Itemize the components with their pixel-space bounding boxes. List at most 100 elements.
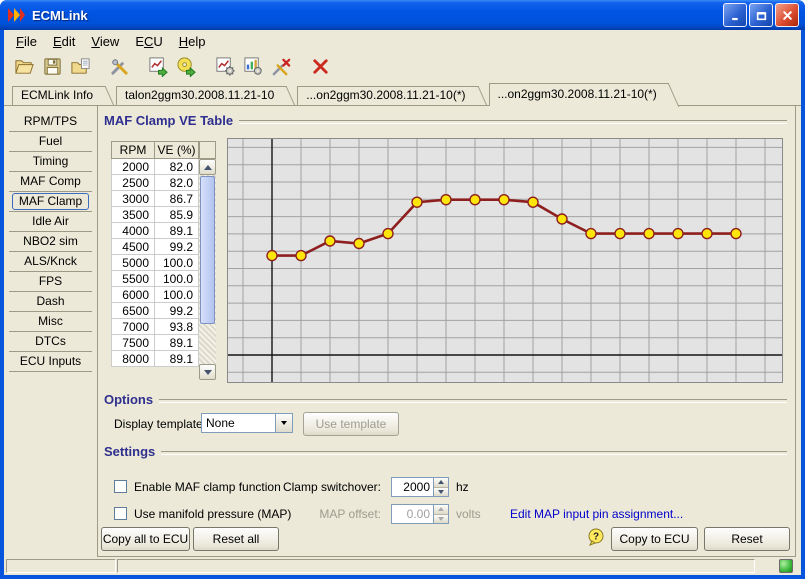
- ve-cell[interactable]: 93.8: [155, 319, 199, 335]
- tab-on2ggm30-2008-11-21-10[interactable]: ...on2ggm30.2008.11.21-10(*): [297, 86, 475, 105]
- tab-on2ggm30-2008-11-21-10[interactable]: ...on2ggm30.2008.11.21-10(*): [489, 83, 667, 106]
- table-scrollbar[interactable]: [199, 159, 216, 380]
- ve-cell[interactable]: 89.1: [155, 223, 199, 239]
- spin-up-button[interactable]: [434, 505, 448, 515]
- chart-gear-icon[interactable]: [212, 53, 238, 79]
- minimize-button[interactable]: [723, 3, 747, 27]
- ve-cell[interactable]: 89.1: [155, 351, 199, 367]
- enable-maf-clamp-checkbox[interactable]: [114, 480, 127, 493]
- chart-green-arrow-icon[interactable]: [145, 53, 171, 79]
- tab-label: ...on2ggm30.2008.11.21-10(*): [498, 87, 657, 101]
- menu-help[interactable]: Help: [171, 32, 214, 51]
- sidebar-item-label: RPM/TPS: [17, 113, 84, 130]
- folder-document-icon[interactable]: [67, 53, 93, 79]
- ve-table-title: MAF Clamp VE Table: [104, 113, 233, 128]
- tab-talon2ggm30-2008-11-21-10[interactable]: talon2ggm30.2008.11.21-10: [116, 86, 284, 105]
- rpm-cell[interactable]: 7500: [112, 335, 155, 351]
- scroll-down-button[interactable]: [199, 364, 216, 380]
- status-bar: [4, 557, 801, 575]
- sidebar-item-label: Dash: [29, 293, 71, 310]
- rpm-cell[interactable]: 6000: [112, 287, 155, 303]
- clamp-switchover-label: Clamp switchover:: [248, 480, 381, 494]
- up-arrow-icon: [438, 507, 444, 511]
- sidebar-item-timing[interactable]: Timing: [9, 152, 92, 172]
- display-template-select[interactable]: None: [201, 413, 293, 433]
- scroll-up-button[interactable]: [199, 159, 216, 175]
- spin-down-button[interactable]: [434, 488, 448, 497]
- open-folder-icon[interactable]: [11, 53, 37, 79]
- maximize-button[interactable]: [749, 3, 773, 27]
- ve-cell[interactable]: 100.0: [155, 287, 199, 303]
- rpm-column-header: RPM: [112, 142, 155, 159]
- sidebar-item-dash[interactable]: Dash: [9, 292, 92, 312]
- save-icon[interactable]: [39, 53, 65, 79]
- spin-up-button[interactable]: [434, 478, 448, 488]
- chart-gear-blue-icon[interactable]: [240, 53, 266, 79]
- copy-to-ecu-button[interactable]: Copy to ECU: [611, 527, 698, 551]
- sidebar-item-misc[interactable]: Misc: [9, 312, 92, 332]
- sidebar-item-fuel[interactable]: Fuel: [9, 132, 92, 152]
- tab-ecmlink-info[interactable]: ECMLink Info: [12, 86, 103, 105]
- sidebar-item-fps[interactable]: FPS: [9, 272, 92, 292]
- reset-button[interactable]: Reset: [704, 527, 790, 551]
- spin-down-button[interactable]: [434, 515, 448, 524]
- reset-all-button[interactable]: Reset all: [193, 527, 279, 551]
- rpm-cell[interactable]: 5500: [112, 271, 155, 287]
- clamp-switchover-input[interactable]: [392, 478, 433, 496]
- map-offset-spinner: [391, 504, 449, 524]
- sidebar-item-label: DTCs: [28, 333, 73, 350]
- menu-edit[interactable]: Edit: [45, 32, 83, 51]
- sidebar-item-als-knck[interactable]: ALS/Knck: [9, 252, 92, 272]
- ve-cell[interactable]: 99.2: [155, 303, 199, 319]
- rpm-cell[interactable]: 4000: [112, 223, 155, 239]
- ve-cell[interactable]: 82.0: [155, 159, 199, 175]
- rpm-cell[interactable]: 2000: [112, 159, 155, 175]
- sidebar-item-idle-air[interactable]: Idle Air: [9, 212, 92, 232]
- ve-chart[interactable]: [228, 139, 782, 382]
- rpm-cell[interactable]: 4500: [112, 239, 155, 255]
- ve-cell[interactable]: 89.1: [155, 335, 199, 351]
- combo-arrow-button[interactable]: [275, 414, 292, 432]
- ve-cell[interactable]: 85.9: [155, 207, 199, 223]
- ve-cell[interactable]: 100.0: [155, 255, 199, 271]
- ve-cell[interactable]: 86.7: [155, 191, 199, 207]
- copy-all-to-ecu-button[interactable]: Copy all to ECU: [101, 527, 190, 551]
- ve-cell[interactable]: 100.0: [155, 271, 199, 287]
- ve-cell[interactable]: 82.0: [155, 175, 199, 191]
- use-map-checkbox[interactable]: [114, 507, 127, 520]
- menu-ecu[interactable]: ECU: [127, 32, 170, 51]
- rpm-cell[interactable]: 3000: [112, 191, 155, 207]
- sidebar-item-ecu-inputs[interactable]: ECU Inputs: [9, 352, 92, 372]
- red-x-icon[interactable]: [307, 53, 333, 79]
- use-template-button[interactable]: Use template: [303, 412, 399, 436]
- tools-red-x-icon[interactable]: [268, 53, 294, 79]
- disc-green-arrow-icon[interactable]: [173, 53, 199, 79]
- options-title: Options: [104, 392, 153, 407]
- map-offset-input[interactable]: [392, 505, 433, 523]
- menu-file[interactable]: File: [8, 32, 45, 51]
- rpm-cell[interactable]: 8000: [112, 351, 155, 367]
- ve-cell[interactable]: 99.2: [155, 239, 199, 255]
- rpm-cell[interactable]: 7000: [112, 319, 155, 335]
- sidebar-item-rpm-tps[interactable]: RPM/TPS: [9, 112, 92, 132]
- tools-icon[interactable]: [106, 53, 132, 79]
- sidebar-item-maf-clamp[interactable]: MAF Clamp: [9, 192, 92, 212]
- rpm-cell[interactable]: 2500: [112, 175, 155, 191]
- rpm-cell[interactable]: 5000: [112, 255, 155, 271]
- close-button[interactable]: [775, 3, 799, 27]
- rpm-cell[interactable]: 6500: [112, 303, 155, 319]
- menu-view[interactable]: View: [83, 32, 127, 51]
- status-cell: [117, 559, 755, 573]
- help-icon[interactable]: ?: [587, 528, 605, 546]
- sidebar-item-dtcs[interactable]: DTCs: [9, 332, 92, 352]
- scrollbar-thumb[interactable]: [200, 176, 215, 324]
- ecmlink-window: ECMLink FileEditViewECUHelp ECMLink Info…: [0, 0, 805, 579]
- sidebar-item-maf-comp[interactable]: MAF Comp: [9, 172, 92, 192]
- window-body: FileEditViewECUHelp ECMLink Info talon2gg…: [4, 30, 801, 575]
- rpm-cell[interactable]: 3500: [112, 207, 155, 223]
- sidebar-item-nbo2-sim[interactable]: NBO2 sim: [9, 232, 92, 252]
- table-scrollbar-corner: [199, 141, 216, 159]
- edit-map-pin-link[interactable]: Edit MAP input pin assignment...: [510, 507, 683, 521]
- table-row: 800089.1: [112, 351, 199, 367]
- title-bar[interactable]: ECMLink: [0, 0, 805, 30]
